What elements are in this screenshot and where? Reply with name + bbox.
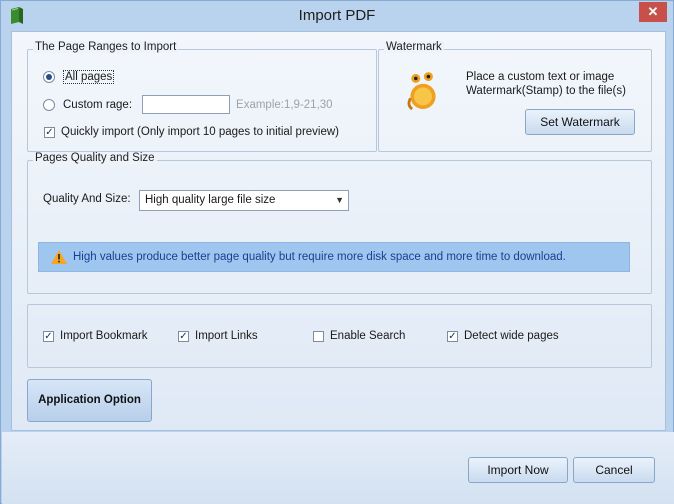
page-ranges-group: The Page Ranges to Import All pages Cust… bbox=[27, 41, 377, 152]
set-watermark-label: Set Watermark bbox=[540, 115, 620, 129]
detect-wide-pages-label: Detect wide pages bbox=[464, 330, 559, 342]
watermark-title: Watermark bbox=[384, 41, 444, 53]
quality-group: Pages Quality and Size Quality And Size:… bbox=[27, 152, 652, 294]
window-title: Import PDF bbox=[298, 7, 376, 24]
cancel-label: Cancel bbox=[595, 463, 633, 477]
quality-title: Pages Quality and Size bbox=[33, 152, 157, 164]
all-pages-option[interactable]: All pages bbox=[43, 70, 115, 84]
import-bookmark-label: Import Bookmark bbox=[60, 330, 148, 342]
quality-select[interactable]: High quality large file size ▼ bbox=[139, 190, 349, 211]
cancel-button[interactable]: Cancel bbox=[573, 457, 655, 483]
quick-import-option[interactable]: ✓ Quickly import (Only import 10 pages t… bbox=[44, 126, 339, 138]
import-links-label: Import Links bbox=[195, 330, 258, 342]
import-bookmark-option[interactable]: ✓ Import Bookmark bbox=[43, 330, 148, 342]
import-links-option[interactable]: ✓ Import Links bbox=[178, 330, 258, 342]
application-option-button[interactable]: Application Option bbox=[27, 379, 152, 422]
import-pdf-window: Import PDF ✕ The Page Ranges to Import A… bbox=[0, 0, 674, 504]
quick-import-checkbox[interactable]: ✓ bbox=[44, 126, 55, 138]
quality-info-bar: High values produce better page quality … bbox=[38, 242, 630, 272]
all-pages-label: All pages bbox=[63, 70, 115, 84]
import-now-label: Import Now bbox=[487, 463, 549, 477]
import-now-button[interactable]: Import Now bbox=[468, 457, 568, 483]
watermark-group: Watermark Place a custom text or image W… bbox=[378, 41, 652, 152]
dialog-footer: Import Now Cancel bbox=[2, 432, 674, 504]
chevron-down-icon: ▼ bbox=[335, 195, 344, 205]
quality-selected-value: High quality large file size bbox=[145, 194, 276, 206]
detect-wide-pages-option[interactable]: ✓ Detect wide pages bbox=[447, 330, 559, 342]
all-pages-radio[interactable] bbox=[43, 71, 55, 83]
enable-search-label: Enable Search bbox=[330, 330, 406, 342]
custom-range-radio[interactable] bbox=[43, 98, 55, 111]
watermark-description-2: Watermark(Stamp) to the file(s) bbox=[466, 85, 626, 97]
custom-range-label: Custom rage: bbox=[63, 98, 133, 111]
warning-icon bbox=[51, 250, 67, 264]
custom-range-example: Example:1,9-21,30 bbox=[236, 98, 333, 111]
enable-search-option[interactable]: Enable Search bbox=[313, 330, 405, 342]
watermark-description-1: Place a custom text or image bbox=[466, 71, 615, 83]
quality-label: Quality And Size: bbox=[43, 193, 131, 205]
import-bookmark-checkbox[interactable]: ✓ bbox=[43, 330, 54, 342]
application-option-label: Application Option bbox=[38, 394, 141, 406]
custom-range-option[interactable]: Custom rage: Example:1,9-21,30 bbox=[43, 95, 333, 114]
gimp-watermark-icon bbox=[407, 72, 436, 111]
close-icon[interactable]: ✕ bbox=[639, 2, 667, 22]
enable-search-checkbox[interactable] bbox=[313, 330, 324, 342]
page-ranges-title: The Page Ranges to Import bbox=[33, 41, 179, 53]
quality-info-text: High values produce better page quality … bbox=[73, 251, 566, 263]
import-links-checkbox[interactable]: ✓ bbox=[178, 330, 189, 342]
quick-import-label: Quickly import (Only import 10 pages to … bbox=[61, 126, 340, 138]
title-bar: Import PDF ✕ bbox=[1, 1, 673, 31]
options-group: ✓ Import Bookmark ✓ Import Links Enable … bbox=[27, 304, 652, 368]
set-watermark-button[interactable]: Set Watermark bbox=[525, 109, 635, 135]
dialog-body: The Page Ranges to Import All pages Cust… bbox=[11, 31, 666, 431]
custom-range-input[interactable] bbox=[142, 95, 231, 114]
detect-wide-pages-checkbox[interactable]: ✓ bbox=[447, 330, 458, 342]
